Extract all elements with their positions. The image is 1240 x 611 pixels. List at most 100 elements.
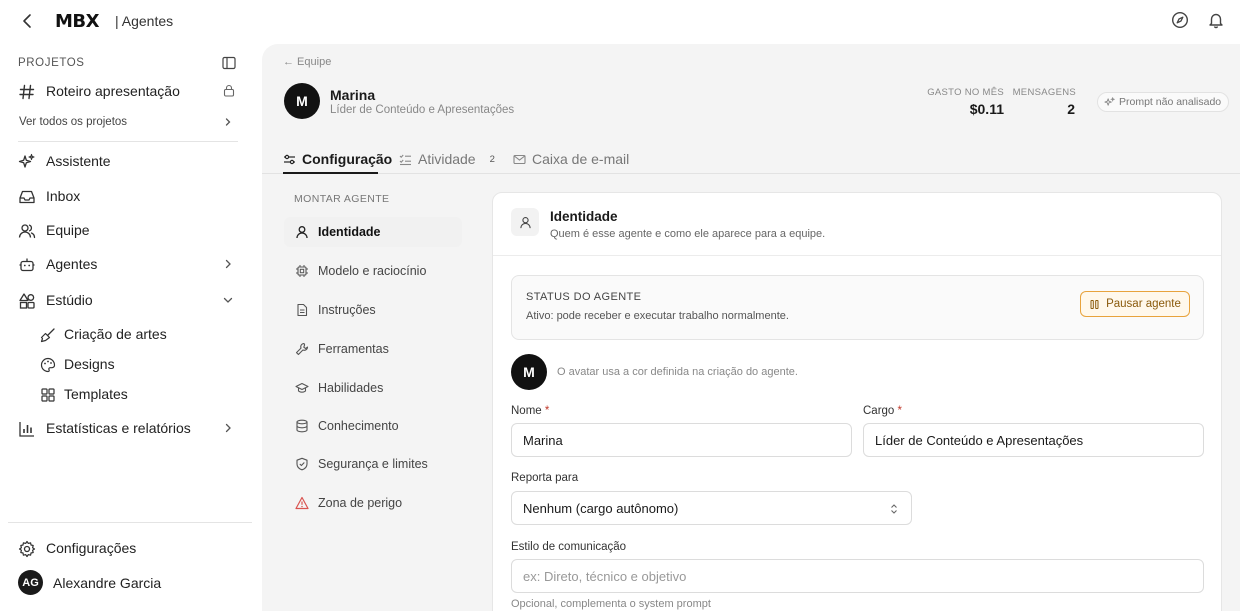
database-icon	[295, 419, 309, 433]
see-all-projects-link[interactable]: Ver todos os projetos	[0, 108, 252, 134]
build-nav-modelo[interactable]: Modelo e raciocínio	[284, 256, 462, 286]
breadcrumb-back-equipe[interactable]: ← Equipe	[283, 56, 331, 68]
build-nav-ferramentas[interactable]: Ferramentas	[284, 334, 462, 364]
tab-label: Caixa de e-mail	[532, 151, 630, 167]
sparkles-icon	[18, 153, 36, 171]
tab-atividade[interactable]: Atividade 2	[399, 144, 495, 174]
top-bar: MBX | Agentes	[0, 0, 1240, 44]
sidebar-item-agentes[interactable]: Agentes	[0, 249, 252, 279]
chevron-right-icon	[222, 422, 234, 434]
chevron-down-icon	[222, 294, 234, 306]
identity-subtitle: Quem é esse agente e como ele aparece pa…	[550, 228, 826, 240]
tab-caixa-de-email[interactable]: Caixa de e-mail	[513, 144, 629, 174]
shield-check-icon	[295, 457, 309, 471]
main-panel: ← Equipe M Marina Líder de Conteúdo e Ap…	[262, 44, 1240, 611]
agent-name: Marina	[330, 87, 376, 103]
users-icon	[18, 222, 36, 240]
project-name: Roteiro apresentação	[46, 83, 180, 99]
agent-role: Líder de Conteúdo e Apresentações	[330, 104, 515, 116]
palette-icon	[40, 357, 56, 373]
name-input[interactable]	[511, 423, 852, 457]
sidebar: PROJETOS Roteiro apresentação Ver todos …	[0, 44, 262, 611]
wrench-icon	[295, 342, 309, 356]
sidebar-bottom-divider	[8, 522, 252, 523]
sidebar-item-label: Assistente	[46, 153, 111, 169]
robot-icon	[18, 256, 36, 274]
warning-triangle-icon	[295, 496, 309, 510]
brand-logo[interactable]: MBX	[55, 11, 100, 32]
sidebar-item-configuracoes[interactable]: Configurações	[0, 533, 252, 563]
sidebar-subitem-label: Designs	[64, 356, 115, 372]
chevron-right-icon	[222, 258, 234, 270]
chevron-right-icon	[223, 117, 233, 127]
identity-card: Identidade Quem é esse agente e como ele…	[492, 192, 1222, 611]
messages-label: MENSAGENS	[1012, 87, 1076, 98]
sliders-icon	[283, 153, 296, 166]
tab-configuracao[interactable]: Configuração	[283, 144, 392, 174]
sidebar-item-label: Estúdio	[46, 292, 93, 308]
build-nav-label: Modelo e raciocínio	[318, 264, 427, 278]
pause-icon	[1089, 299, 1100, 310]
sidebar-item-label: Estatísticas e relatórios	[46, 420, 191, 436]
communication-style-hint: Opcional, complementa o system prompt	[511, 598, 711, 610]
sidebar-subitem-label: Templates	[64, 386, 128, 402]
sidebar-subitem-criacao-de-artes[interactable]: Criação de artes	[0, 319, 252, 349]
communication-style-label: Estilo de comunicação	[511, 541, 627, 553]
sparkles-icon	[1104, 96, 1115, 108]
build-agent-label: MONTAR AGENTE	[294, 193, 390, 205]
chevrons-up-down-icon	[889, 503, 899, 515]
tabs-divider	[262, 173, 1240, 174]
name-field-label: Nome *	[511, 405, 550, 417]
reports-to-select[interactable]: Nenhum (cargo autônomo)	[511, 491, 912, 525]
build-nav-instrucoes[interactable]: Instruções	[284, 295, 462, 325]
communication-style-input[interactable]	[511, 559, 1204, 593]
sidebar-item-inbox[interactable]: Inbox	[0, 181, 252, 211]
pause-agent-label: Pausar agente	[1106, 298, 1181, 310]
build-nav-seguranca[interactable]: Segurança e limites	[284, 449, 462, 479]
agent-status-title: STATUS DO AGENTE	[526, 291, 642, 303]
sidebar-item-label: Agentes	[46, 256, 98, 272]
hash-icon	[18, 83, 36, 101]
prompt-status-label: Prompt não analisado	[1119, 96, 1222, 108]
avatar-note: O avatar usa a cor definida na criação d…	[557, 366, 798, 378]
sidebar-item-assistente[interactable]: Assistente	[0, 146, 252, 176]
sidebar-item-label: Inbox	[46, 188, 81, 204]
user-avatar: AG	[18, 570, 43, 595]
role-input[interactable]	[863, 423, 1204, 457]
prompt-status-badge[interactable]: Prompt não analisado	[1097, 92, 1230, 112]
build-nav-label: Conhecimento	[318, 419, 399, 433]
bell-icon[interactable]	[1207, 11, 1225, 29]
compass-icon[interactable]	[1171, 11, 1189, 29]
agent-avatar-preview: M	[511, 354, 547, 390]
agent-avatar: M	[284, 83, 320, 119]
build-nav-identidade[interactable]: Identidade	[284, 217, 462, 247]
back-arrow-icon[interactable]	[18, 11, 38, 31]
sidebar-subitem-designs[interactable]: Designs	[0, 349, 252, 379]
reports-to-value: Nenhum (cargo autônomo)	[523, 500, 679, 516]
build-nav-zona-de-perigo[interactable]: Zona de perigo	[284, 488, 462, 518]
messages-value: 2	[1067, 101, 1075, 117]
card-divider	[493, 255, 1221, 256]
sidebar-item-estatisticas[interactable]: Estatísticas e relatórios	[0, 413, 252, 443]
build-nav-label: Segurança e limites	[318, 457, 428, 471]
tab-label: Atividade	[418, 151, 476, 167]
lock-icon	[223, 84, 235, 97]
panel-toggle-icon[interactable]	[222, 56, 236, 70]
sidebar-item-estudio[interactable]: Estúdio	[0, 285, 252, 315]
file-text-icon	[295, 303, 309, 317]
inbox-icon	[18, 188, 36, 206]
agent-status-text: Ativo: pode receber e executar trabalho …	[526, 310, 789, 322]
pause-agent-button[interactable]: Pausar agente	[1080, 291, 1190, 317]
build-nav-conhecimento[interactable]: Conhecimento	[284, 411, 462, 441]
active-tab-indicator	[283, 172, 378, 174]
project-item-roteiro[interactable]: Roteiro apresentação	[0, 76, 252, 106]
build-nav-label: Instruções	[318, 303, 376, 317]
spend-value: $0.11	[969, 101, 1004, 117]
sidebar-item-equipe[interactable]: Equipe	[0, 215, 252, 245]
build-nav-habilidades[interactable]: Habilidades	[284, 373, 462, 403]
sidebar-item-label: Equipe	[46, 222, 90, 238]
sidebar-subitem-templates[interactable]: Templates	[0, 379, 252, 409]
graduation-cap-icon	[295, 381, 309, 395]
user-profile[interactable]: AG Alexandre Garcia	[0, 568, 252, 598]
app-section-title: | Agentes	[115, 13, 174, 29]
